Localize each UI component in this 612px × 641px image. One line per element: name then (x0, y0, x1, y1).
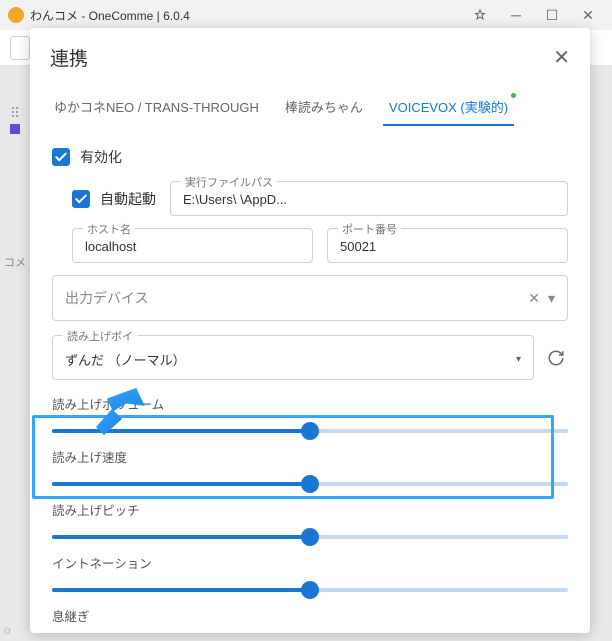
host-field[interactable]: ホスト名 localhost (72, 228, 313, 263)
sidebar-label: コメ (4, 254, 26, 270)
exec-path-value: E:\Users\ \AppD... (183, 192, 287, 207)
port-field[interactable]: ポート番号 50021 (327, 228, 568, 263)
bg-char: o (4, 623, 11, 637)
app-icon (8, 7, 24, 23)
exec-path-field[interactable]: 実行ファイルパス E:\Users\ \AppD... (170, 181, 568, 216)
close-window-button[interactable]: ✕ (572, 3, 604, 27)
exec-path-legend: 実行ファイルパス (181, 174, 277, 190)
autostart-checkbox[interactable] (72, 190, 90, 208)
tab-voicevox[interactable]: VOICEVOX (実験的) (387, 91, 510, 126)
voice-value: ずんだ （ノーマル） (65, 350, 186, 369)
host-legend: ホスト名 (83, 221, 135, 237)
host-value: localhost (85, 239, 136, 254)
clear-icon[interactable]: ✕ (528, 290, 540, 307)
autostart-label: 自動起動 (100, 189, 156, 209)
refresh-icon[interactable] (544, 346, 568, 370)
output-device-placeholder: 出力デバイス (65, 288, 149, 308)
minimize-button[interactable]: ─ (500, 3, 532, 27)
purple-indicator (10, 124, 20, 134)
breath-label: 息継ぎ (52, 606, 568, 625)
speed-slider[interactable] (52, 482, 568, 486)
dialog-body: 有効化 自動起動 実行ファイルパス E:\Users\ \AppD... ホスト… (30, 127, 590, 633)
voice-legend: 読み上げボイ (63, 328, 137, 344)
voice-select[interactable]: 読み上げボイ ずんだ （ノーマル） ▾ (52, 335, 534, 380)
intonation-slider[interactable] (52, 588, 568, 592)
intonation-label: イントネーション (52, 553, 568, 572)
drag-grip-icon[interactable] (11, 106, 19, 118)
pitch-label: 読み上げピッチ (52, 500, 568, 519)
status-dot (511, 93, 516, 98)
tab-yukacone[interactable]: ゆかコネNEO / TRANS-THROUGH (52, 91, 261, 126)
chevron-down-icon[interactable]: ▾ (516, 354, 521, 365)
app-title: わんコメ - OneComme | 6.0.4 (30, 7, 464, 24)
speed-label: 読み上げ速度 (52, 447, 568, 466)
tab-bouyomi[interactable]: 棒読みちゃん (283, 91, 365, 126)
close-icon[interactable]: ✕ (553, 45, 570, 70)
volume-slider[interactable] (52, 429, 568, 433)
pin-icon[interactable] (464, 3, 496, 27)
pitch-slider[interactable] (52, 535, 568, 539)
toolbar-item[interactable] (10, 36, 30, 60)
dialog-title: 連携 (50, 44, 88, 71)
chevron-down-icon[interactable]: ▾ (548, 290, 555, 307)
tabs: ゆかコネNEO / TRANS-THROUGH 棒読みちゃん VOICEVOX … (30, 83, 590, 127)
port-legend: ポート番号 (338, 221, 401, 237)
volume-label: 読み上げボリューム (52, 394, 568, 413)
titlebar: わんコメ - OneComme | 6.0.4 ─ ☐ ✕ (0, 0, 612, 30)
enable-label: 有効化 (80, 147, 122, 167)
maximize-button[interactable]: ☐ (536, 3, 568, 27)
enable-checkbox[interactable] (52, 148, 70, 166)
output-device-select[interactable]: 出力デバイス ✕ ▾ (52, 275, 568, 321)
port-value: 50021 (340, 239, 376, 254)
integration-dialog: 連携 ✕ ゆかコネNEO / TRANS-THROUGH 棒読みちゃん VOIC… (30, 28, 590, 633)
